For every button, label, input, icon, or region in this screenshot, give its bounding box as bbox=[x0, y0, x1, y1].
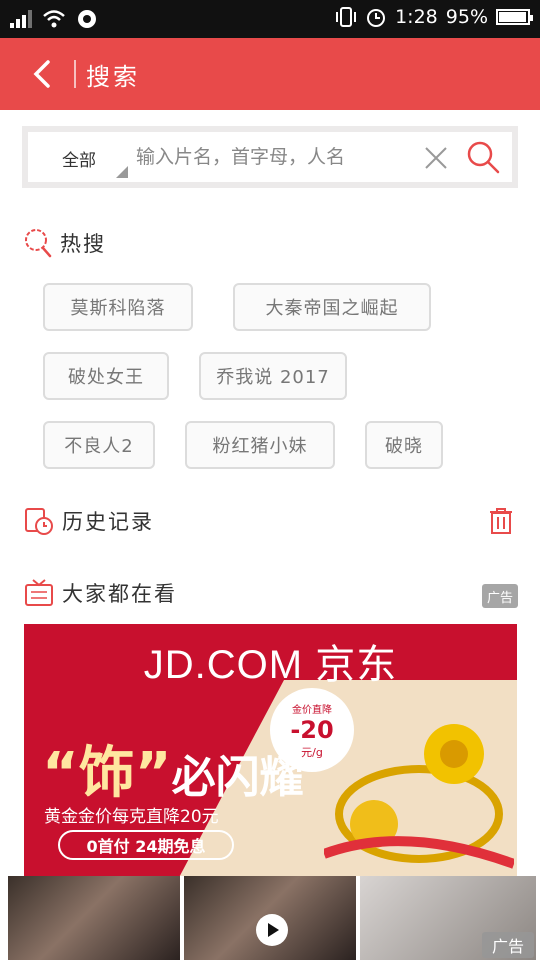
search-icon[interactable] bbox=[466, 140, 500, 174]
hot-tag[interactable]: 不良人2 bbox=[43, 421, 155, 469]
banner-slogan: “饰”必闪耀 bbox=[42, 728, 304, 809]
clear-icon[interactable] bbox=[424, 146, 448, 170]
banner-slogan-rest: 必闪耀 bbox=[171, 752, 304, 803]
app-bar-divider bbox=[74, 60, 76, 88]
hot-search-title: 热搜 bbox=[60, 232, 106, 256]
wifi-icon bbox=[43, 10, 65, 28]
bottom-ad-strip[interactable] bbox=[8, 876, 540, 960]
hot-tag[interactable]: 大秦帝国之崛起 bbox=[233, 283, 431, 331]
battery-level bbox=[499, 12, 526, 22]
hot-search-icon bbox=[25, 229, 52, 258]
status-time: 1:28 bbox=[395, 6, 438, 28]
banner-pill: 0首付 24期免息 bbox=[58, 830, 234, 860]
search-bar: 全部 bbox=[22, 126, 518, 188]
hot-tag[interactable]: 破处女王 bbox=[43, 352, 169, 400]
hot-search-header: 热搜 bbox=[24, 228, 106, 258]
dropdown-corner-icon bbox=[116, 166, 128, 178]
hot-tag[interactable]: 莫斯科陷落 bbox=[43, 283, 193, 331]
back-arrow-icon[interactable] bbox=[26, 56, 60, 92]
banner-subtitle: 黄金金价每克直降20元 bbox=[44, 807, 219, 827]
history-title: 历史记录 bbox=[62, 510, 154, 534]
app-bar: 搜索 bbox=[0, 38, 540, 110]
ad-thumbnail bbox=[184, 876, 356, 960]
ad-banner[interactable]: JD.COM 京东 金价直降 -20 元/g “饰”必闪耀 黄金金价每克直降20… bbox=[24, 624, 517, 876]
search-scope-dropdown[interactable]: 全部 bbox=[62, 146, 96, 171]
app-notification-icon bbox=[78, 10, 96, 28]
trash-icon[interactable] bbox=[488, 507, 514, 535]
ad-label: 广告 bbox=[482, 584, 518, 608]
price-badge-unit: 元/g bbox=[301, 745, 323, 759]
page-title: 搜索 bbox=[86, 63, 140, 91]
play-icon[interactable] bbox=[256, 914, 288, 946]
bottom-ad-label: 广告 bbox=[482, 932, 534, 958]
battery-percent: 95% bbox=[445, 6, 488, 28]
hot-tag[interactable]: 粉红猪小妹 bbox=[185, 421, 335, 469]
alarm-icon bbox=[367, 9, 386, 27]
gold-jewelry-image bbox=[324, 724, 514, 869]
signal-icon bbox=[10, 10, 32, 28]
history-header: 历史记录 bbox=[24, 506, 154, 536]
hot-tag[interactable]: 破晓 bbox=[365, 421, 443, 469]
tv-icon bbox=[25, 579, 53, 606]
ad-thumbnail bbox=[8, 876, 180, 960]
banner-brand: JD.COM 京东 bbox=[143, 643, 398, 687]
hot-tag[interactable]: 乔我说 2017 bbox=[199, 352, 347, 400]
watching-title: 大家都在看 bbox=[62, 582, 177, 606]
watching-header: 大家都在看 bbox=[24, 578, 177, 608]
battery-icon bbox=[496, 9, 533, 25]
vibrate-icon bbox=[336, 7, 357, 27]
search-input[interactable] bbox=[136, 140, 398, 174]
status-bar: 1:28 95% bbox=[0, 0, 540, 38]
banner-slogan-big: “饰” bbox=[42, 741, 172, 806]
history-icon bbox=[25, 508, 53, 535]
